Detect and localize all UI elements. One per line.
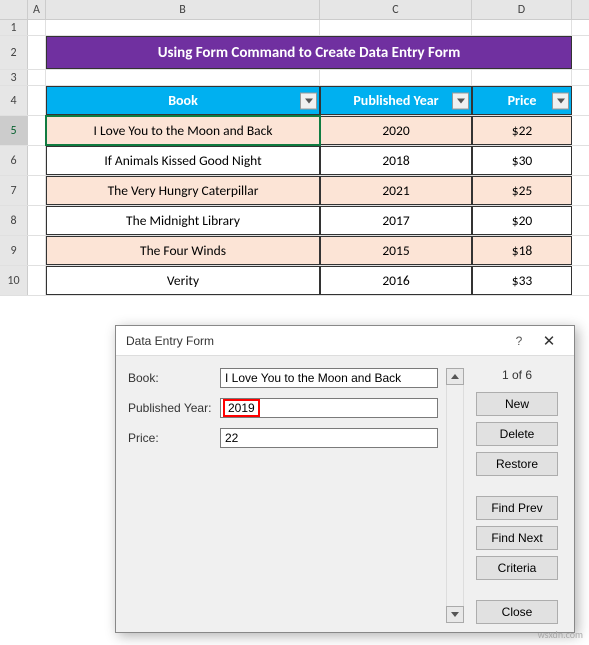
cell-C5[interactable]: 2020 — [320, 116, 472, 145]
dialog-title: Data Entry Form — [126, 334, 504, 348]
cell-C10[interactable]: 2016 — [320, 266, 472, 295]
row-2: 2 Using Form Command to Create Data Entr… — [0, 36, 589, 70]
col-header-D[interactable]: D — [472, 0, 572, 19]
cell-D5[interactable]: $22 — [472, 116, 572, 145]
close-icon[interactable]: ✕ — [534, 332, 564, 350]
cell-D9[interactable]: $18 — [472, 236, 572, 265]
cell-B6[interactable]: If Animals Kissed Good Night — [46, 146, 320, 175]
find-prev-button[interactable]: Find Prev — [476, 496, 558, 520]
book-input[interactable] — [220, 368, 438, 388]
filter-button-year[interactable] — [452, 92, 469, 109]
cell-D7[interactable]: $25 — [472, 176, 572, 205]
page-title: Using Form Command to Create Data Entry … — [46, 36, 572, 69]
table-header-year: Published Year — [320, 86, 472, 115]
year-label: Published Year: — [128, 401, 220, 415]
header-label: Published Year — [353, 92, 438, 109]
header-label: Price — [508, 92, 537, 109]
row-header-7[interactable]: 7 — [0, 176, 28, 205]
table-header-price: Price — [472, 86, 572, 115]
header-label: Book — [168, 92, 198, 109]
filter-button-price[interactable] — [552, 92, 569, 109]
year-input[interactable]: 2019 — [220, 398, 438, 418]
restore-button[interactable]: Restore — [476, 452, 558, 476]
cell-D6[interactable]: $30 — [472, 146, 572, 175]
dialog-titlebar[interactable]: Data Entry Form ? ✕ — [116, 326, 574, 356]
cell-B10[interactable]: Verity — [46, 266, 320, 295]
row-header-6[interactable]: 6 — [0, 146, 28, 175]
book-label: Book: — [128, 371, 220, 385]
watermark: wsxdn.com — [538, 628, 583, 641]
row-header-4[interactable]: 4 — [0, 86, 28, 115]
cell-D10[interactable]: $33 — [472, 266, 572, 295]
cell-B7[interactable]: The Very Hungry Caterpillar — [46, 176, 320, 205]
criteria-button[interactable]: Criteria — [476, 556, 558, 580]
row-header-1[interactable]: 1 — [0, 20, 28, 35]
cell-C8[interactable]: 2017 — [320, 206, 472, 235]
filter-button-book[interactable] — [300, 92, 317, 109]
close-button[interactable]: Close — [476, 600, 558, 624]
help-button[interactable]: ? — [504, 334, 534, 348]
scroll-down-icon[interactable] — [446, 606, 464, 623]
scroll-up-icon[interactable] — [446, 368, 464, 385]
row-5: 5 I Love You to the Moon and Back 2020 $… — [0, 116, 589, 146]
table-header-book: Book — [46, 86, 320, 115]
cell-C6[interactable]: 2018 — [320, 146, 472, 175]
find-next-button[interactable]: Find Next — [476, 526, 558, 550]
row-8: 8 The Midnight Library 2017 $20 — [0, 206, 589, 236]
row-7: 7 The Very Hungry Caterpillar 2021 $25 — [0, 176, 589, 206]
row-header-5[interactable]: 5 — [0, 116, 28, 145]
col-header-C[interactable]: C — [320, 0, 472, 19]
cell-D8[interactable]: $20 — [472, 206, 572, 235]
price-input[interactable] — [220, 428, 438, 448]
row-header-8[interactable]: 8 — [0, 206, 28, 235]
row-header-9[interactable]: 9 — [0, 236, 28, 265]
data-entry-form-dialog: Data Entry Form ? ✕ Book: Published Year… — [115, 325, 575, 633]
new-button[interactable]: New — [476, 392, 558, 416]
spreadsheet-grid: A B C D 1 2 Using Form Command to Create… — [0, 0, 589, 296]
row-header-10[interactable]: 10 — [0, 266, 28, 295]
cell-B9[interactable]: The Four Winds — [46, 236, 320, 265]
delete-button[interactable]: Delete — [476, 422, 558, 446]
col-header-B[interactable]: B — [46, 0, 320, 19]
row-header-2[interactable]: 2 — [0, 36, 28, 69]
row-9: 9 The Four Winds 2015 $18 — [0, 236, 589, 266]
row-6: 6 If Animals Kissed Good Night 2018 $30 — [0, 146, 589, 176]
column-headers: A B C D — [0, 0, 589, 20]
price-label: Price: — [128, 431, 220, 445]
cell-B5[interactable]: I Love You to the Moon and Back — [46, 116, 320, 145]
row-header-3[interactable]: 3 — [0, 70, 28, 85]
cell-C9[interactable]: 2015 — [320, 236, 472, 265]
form-fields: Book: Published Year: 2019 Price: — [128, 368, 438, 624]
year-input-highlight: 2019 — [223, 399, 260, 417]
record-scrollbar[interactable] — [446, 368, 464, 623]
col-header-A[interactable]: A — [28, 0, 46, 19]
scroll-track[interactable] — [446, 385, 464, 606]
row-4: 4 Book Published Year Price — [0, 86, 589, 116]
row-3: 3 — [0, 70, 589, 86]
dialog-button-column: 1 of 6 New Delete Restore Find Prev Find… — [472, 368, 562, 624]
row-1: 1 — [0, 20, 589, 36]
record-counter: 1 of 6 — [502, 368, 532, 382]
cell-B8[interactable]: The Midnight Library — [46, 206, 320, 235]
select-all-corner[interactable] — [0, 0, 28, 19]
row-10: 10 Verity 2016 $33 — [0, 266, 589, 296]
cell-C7[interactable]: 2021 — [320, 176, 472, 205]
